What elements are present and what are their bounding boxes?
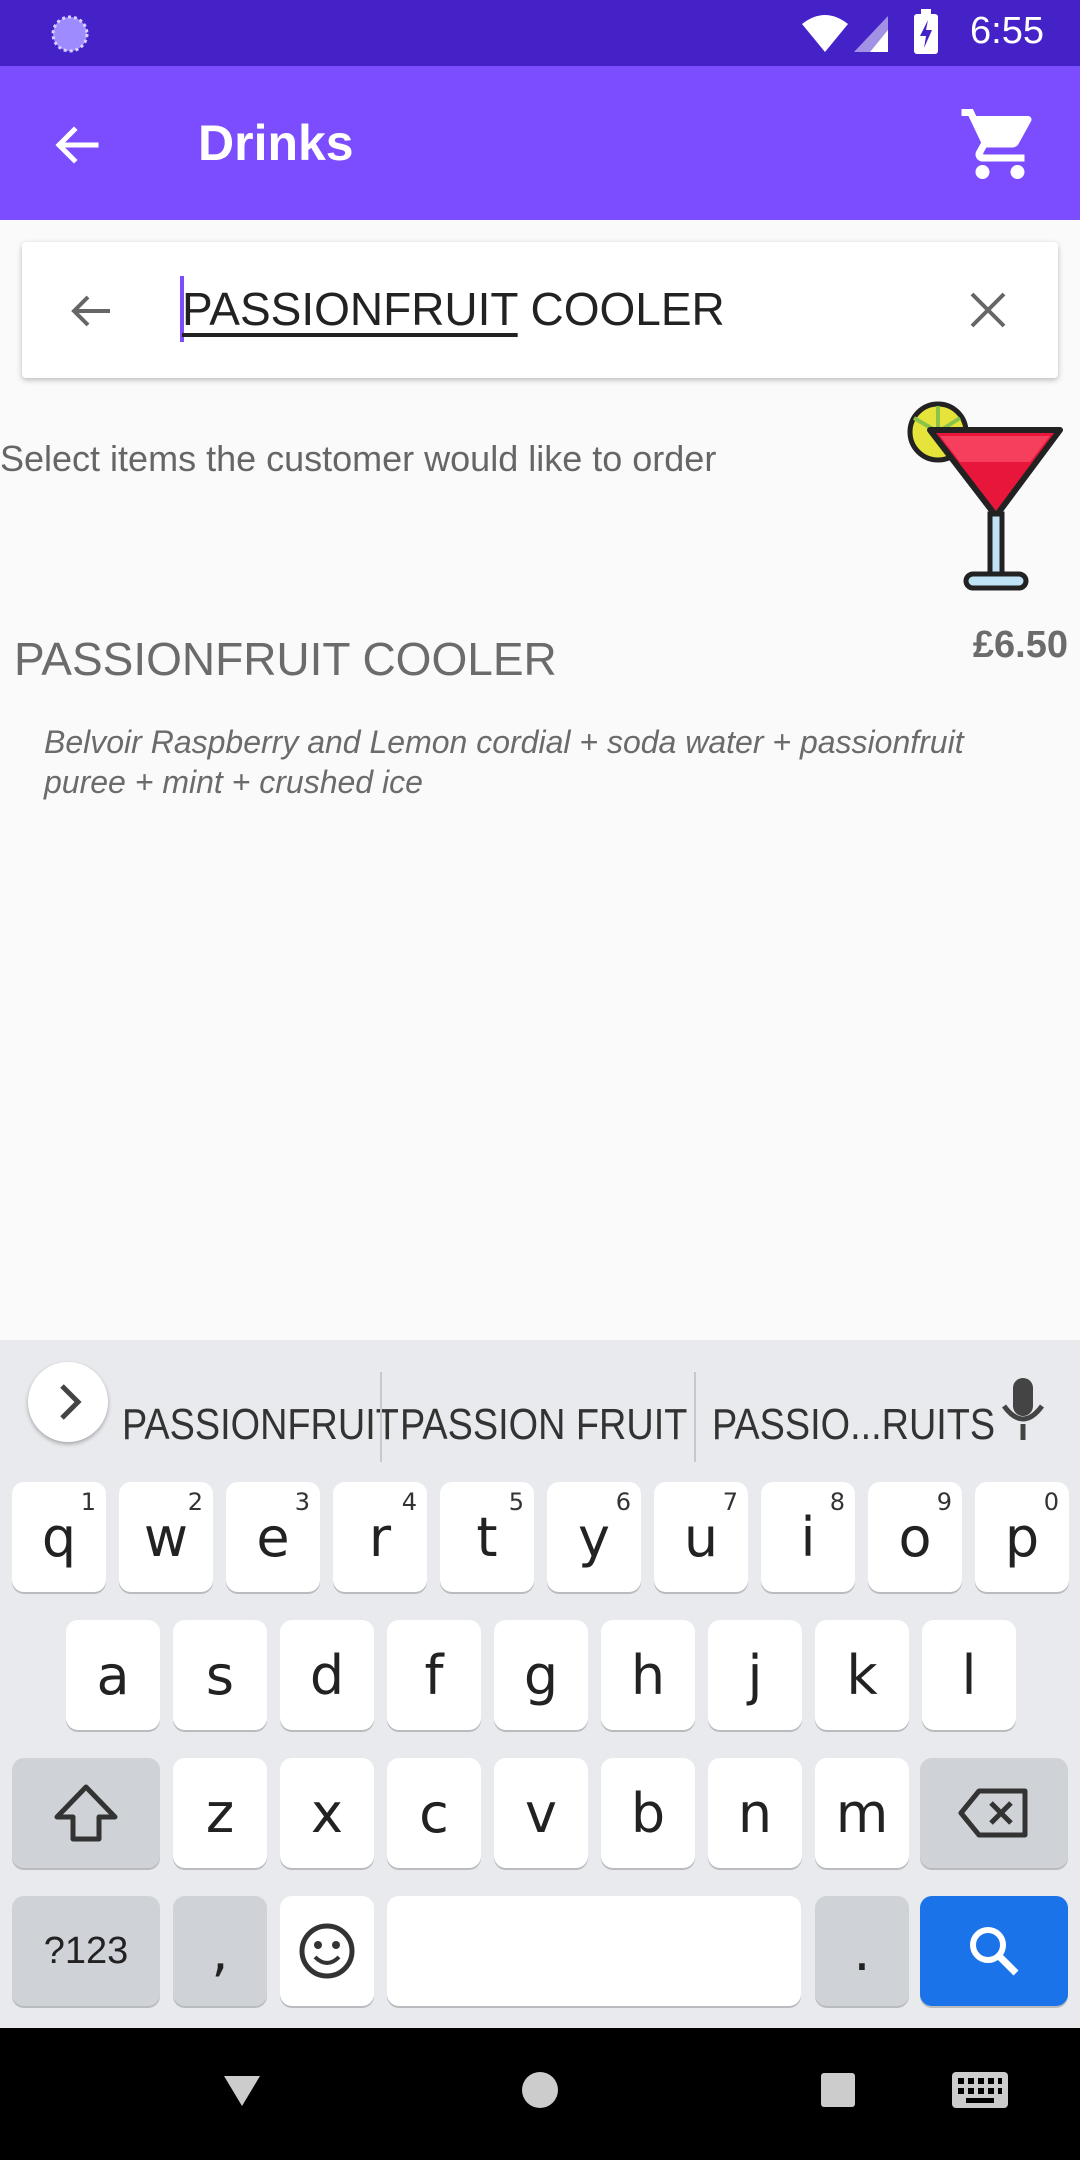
wifi-icon	[802, 15, 848, 52]
cart-icon[interactable]	[958, 102, 1042, 186]
search-query-composing: PASSIONFRUIT	[182, 283, 518, 335]
keyboard-switch-icon[interactable]	[950, 2070, 1010, 2110]
chevron-right-icon	[60, 1384, 82, 1420]
navigation-bar	[0, 2028, 1080, 2160]
microphone-icon[interactable]	[998, 1374, 1048, 1446]
search-input[interactable]: PASSIONFRUIT COOLER	[182, 282, 725, 336]
suggestion-divider	[380, 1372, 382, 1462]
period-key[interactable]: .	[815, 1896, 909, 2006]
item-price: £6.50	[972, 624, 1068, 666]
key-t[interactable]: t5	[440, 1482, 534, 1592]
clear-icon[interactable]	[968, 290, 1008, 330]
cocktail-icon	[907, 401, 1063, 591]
backspace-icon	[958, 1788, 1028, 1838]
key-n[interactable]: n	[708, 1758, 802, 1868]
key-f[interactable]: f	[387, 1620, 481, 1730]
key-u[interactable]: u7	[654, 1482, 748, 1592]
search-icon	[970, 1927, 1019, 1976]
key-x[interactable]: x	[280, 1758, 374, 1868]
key-v[interactable]: v	[494, 1758, 588, 1868]
key-d[interactable]: d	[280, 1620, 374, 1730]
search-bar: PASSIONFRUIT COOLER	[22, 242, 1058, 378]
backspace-key[interactable]	[920, 1758, 1068, 1868]
key-j[interactable]: j	[708, 1620, 802, 1730]
symbols-key[interactable]: ?123	[12, 1896, 160, 2006]
suggestion-2[interactable]: PASSION FRUIT	[400, 1400, 687, 1450]
key-y[interactable]: y6	[547, 1482, 641, 1592]
key-m[interactable]: m	[815, 1758, 909, 1868]
nav-home-icon[interactable]	[520, 2070, 560, 2110]
item-description: Belvoir Raspberry and Lemon cordial + so…	[44, 724, 964, 800]
key-c[interactable]: c	[387, 1758, 481, 1868]
nav-recents-icon[interactable]	[820, 2072, 856, 2108]
key-s[interactable]: s	[173, 1620, 267, 1730]
shift-icon	[54, 1784, 118, 1842]
key-p[interactable]: p0	[975, 1482, 1069, 1592]
key-o[interactable]: o9	[868, 1482, 962, 1592]
status-bar: 6:55	[0, 0, 1080, 66]
nav-back-icon[interactable]	[222, 2070, 262, 2110]
suggestion-3[interactable]: PASSIO...RUITS	[712, 1400, 995, 1450]
suggestions-expand-button[interactable]	[28, 1362, 108, 1442]
key-b[interactable]: b	[601, 1758, 695, 1868]
search-query-rest: COOLER	[517, 283, 725, 335]
loading-icon	[51, 15, 89, 53]
search-back-icon[interactable]	[66, 286, 116, 336]
suggestion-1[interactable]: PASSIONFRUIT	[122, 1400, 399, 1450]
key-a[interactable]: a	[66, 1620, 160, 1730]
shift-key[interactable]	[12, 1758, 160, 1868]
instructions-text: Select items the customer would like to …	[0, 438, 717, 479]
clock: 6:55	[970, 10, 1044, 52]
signal-icon	[854, 16, 888, 52]
emoji-icon	[299, 1923, 355, 1979]
suggestion-divider	[694, 1372, 696, 1462]
key-e[interactable]: e3	[226, 1482, 320, 1592]
key-g[interactable]: g	[494, 1620, 588, 1730]
space-key[interactable]	[387, 1896, 801, 2006]
item-name[interactable]: PASSIONFRUIT COOLER	[14, 632, 557, 686]
key-r[interactable]: r4	[333, 1482, 427, 1592]
emoji-key[interactable]	[280, 1896, 374, 2006]
comma-key[interactable]: ,	[173, 1896, 267, 2006]
key-w[interactable]: w2	[119, 1482, 213, 1592]
key-i[interactable]: i8	[761, 1482, 855, 1592]
key-l[interactable]: l	[922, 1620, 1016, 1730]
key-h[interactable]: h	[601, 1620, 695, 1730]
key-z[interactable]: z	[173, 1758, 267, 1868]
keyboard: PASSIONFRUIT PASSION FRUIT PASSIO...RUIT…	[0, 1340, 1080, 2028]
back-arrow-icon[interactable]	[52, 120, 102, 170]
page-title: Drinks	[198, 115, 354, 171]
search-key[interactable]	[920, 1896, 1068, 2006]
key-q[interactable]: q1	[12, 1482, 106, 1592]
app-bar: Drinks	[0, 66, 1080, 220]
key-k[interactable]: k	[815, 1620, 909, 1730]
battery-charging-icon	[914, 9, 938, 54]
